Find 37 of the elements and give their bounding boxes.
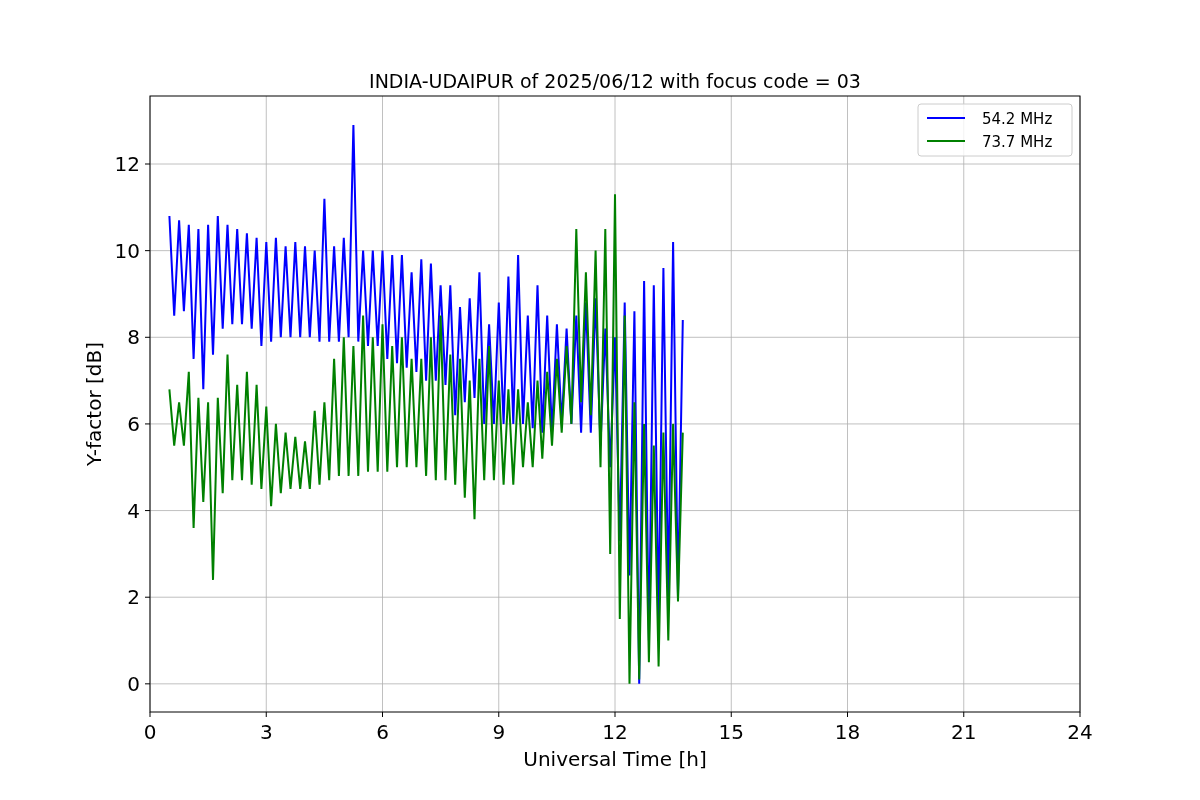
tick-mark	[265, 711, 267, 718]
tick-mark	[144, 336, 151, 338]
tick-label: 4	[127, 498, 140, 523]
tick-mark	[847, 711, 848, 718]
tick-label: 3	[259, 720, 273, 744]
tick-label: 24	[1067, 720, 1093, 744]
tick-label: 10	[114, 238, 140, 263]
tick-label: 2	[127, 585, 140, 610]
tick-mark	[963, 711, 965, 718]
tick-label: 12	[114, 152, 140, 176]
tick-mark	[498, 711, 500, 718]
x-axis-label: Universal Time [h]	[523, 747, 707, 771]
tick-label: 6	[376, 720, 389, 744]
tick-mark	[144, 596, 151, 598]
tick-label: 15	[718, 720, 744, 744]
legend-label: 54.2 MHz	[982, 110, 1053, 128]
tick-mark	[730, 711, 732, 718]
tick-label: 12	[602, 720, 628, 744]
tick-mark	[1079, 711, 1081, 718]
tick-label: 0	[127, 671, 140, 696]
tick-label: 8	[127, 325, 140, 350]
legend-label: 73.7 MHz	[982, 133, 1053, 151]
tick-label: 21	[951, 720, 977, 744]
y-axis-label: Y-factor [dB]	[82, 342, 106, 466]
tick-label: 18	[834, 720, 861, 744]
tick-label: 6	[127, 411, 140, 436]
chart-title: INDIA-UDAIPUR of 2025/06/12 with focus code = 03	[369, 70, 861, 92]
tick-mark	[144, 163, 151, 165]
tick-mark	[614, 711, 616, 718]
tick-mark	[144, 683, 151, 685]
tick-mark	[149, 711, 151, 718]
tick-label: 9	[492, 720, 506, 744]
tick-mark	[382, 711, 383, 718]
tick-mark	[144, 423, 151, 425]
tick-label: 0	[143, 720, 157, 744]
tick-mark	[144, 250, 151, 252]
tick-mark	[144, 510, 151, 512]
